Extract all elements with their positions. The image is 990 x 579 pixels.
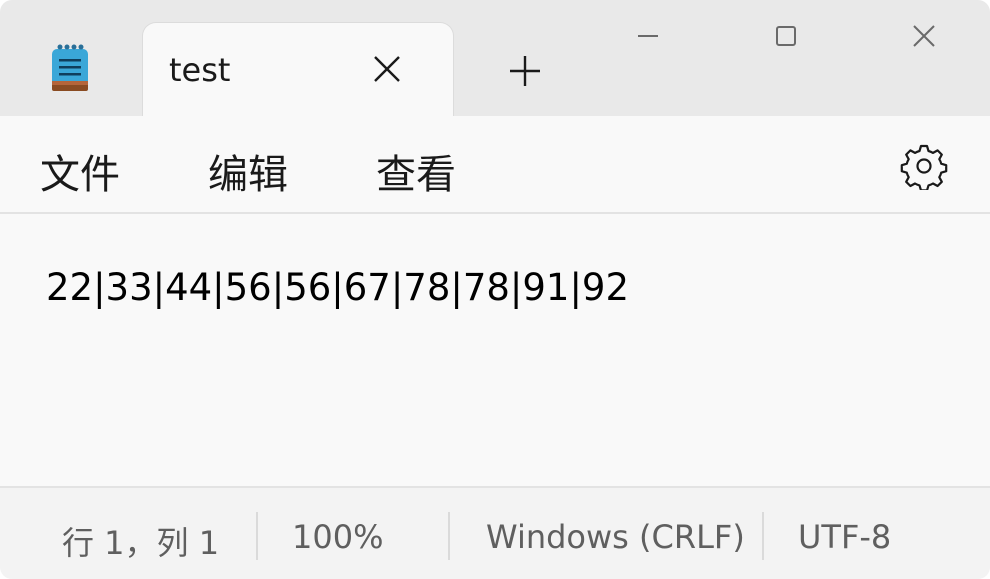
maximize-icon[interactable] xyxy=(766,20,806,54)
line-ending[interactable]: Windows (CRLF) xyxy=(486,518,745,556)
cursor-position: 行 1，列 1 xyxy=(62,524,220,562)
tab-test[interactable]: test xyxy=(142,22,454,118)
close-window-icon[interactable] xyxy=(904,20,944,54)
close-icon[interactable] xyxy=(371,53,403,85)
status-divider xyxy=(448,512,450,560)
menu-file[interactable]: 文件 xyxy=(34,140,126,202)
plus-icon[interactable] xyxy=(508,54,542,88)
text-editor[interactable]: 22|33|44|56|56|67|78|78|91|92 xyxy=(0,214,990,486)
tab-title: test xyxy=(169,51,231,89)
status-divider xyxy=(762,512,764,560)
encoding[interactable]: UTF-8 xyxy=(798,518,891,556)
menu-edit[interactable]: 编辑 xyxy=(202,140,294,202)
gear-icon[interactable] xyxy=(900,142,948,190)
status-bar: 行 1，列 1 100% Windows (CRLF) UTF-8 xyxy=(0,486,990,579)
zoom-level[interactable]: 100% xyxy=(292,518,383,556)
notepad-icon xyxy=(52,44,88,91)
minimize-icon[interactable] xyxy=(628,20,668,54)
editor-content[interactable]: 22|33|44|56|56|67|78|78|91|92 xyxy=(46,266,629,309)
status-divider xyxy=(256,512,258,560)
menu-bar: 文件 编辑 查看 xyxy=(0,116,990,214)
notepad-window: test 文件 编辑 查看 22|33|44|56|56|67|78|78|91… xyxy=(0,0,990,579)
title-bar: test xyxy=(0,0,990,118)
menu-view[interactable]: 查看 xyxy=(370,140,462,202)
